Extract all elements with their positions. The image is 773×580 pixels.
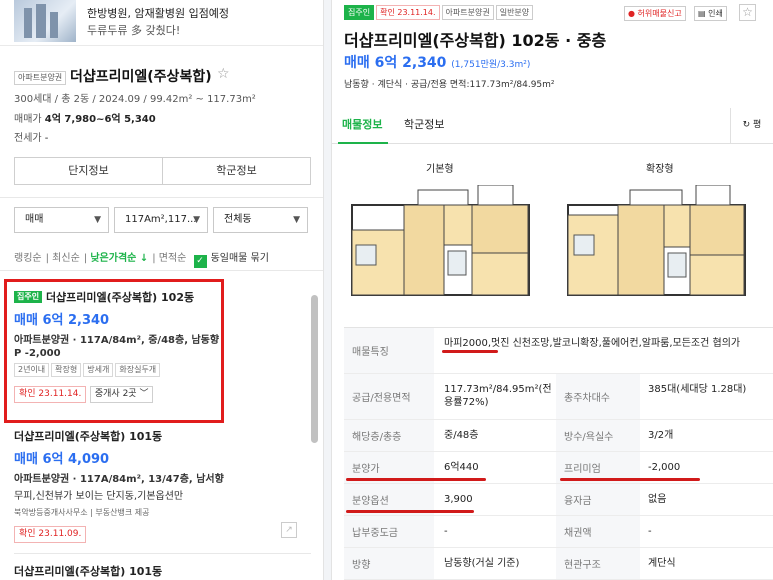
table-row: 방향 남동향(거실 기준) 현관구조 계단식 <box>344 548 773 580</box>
checkbox-icon[interactable]: ✓ <box>193 255 207 268</box>
detail-info: 남동향 · 계단식 · 공급/전용 면적:117.73m²/84.95m² <box>344 80 555 90</box>
detail-badges: 집주인 확인 23.11.14. 아파트분양권 일반분양 <box>344 5 535 20</box>
print-button[interactable]: ▤ 인쇄 <box>694 6 727 21</box>
banner-subline: 두류두류 多 갖췄다! <box>87 24 181 37</box>
report-button[interactable]: ● 허위매물신고 <box>624 6 686 21</box>
table-row: 매물특징 마피2000,멋진 신천조망,발코니확장,풀에어컨,알파룸,모든조건 … <box>344 328 773 374</box>
jeonse-price: 전세가 - <box>14 133 49 144</box>
owner-badge: 집주인 <box>344 5 375 20</box>
listing-card[interactable]: 더샵프리미엘(주상복합) 101동 매매 6억 4,090 아파트분양권 · 1… <box>14 428 304 543</box>
alert-icon: ● <box>628 9 635 18</box>
complex-name: 더샵프리미엘(주상복합) <box>70 69 212 85</box>
dong-select[interactable]: 전체동 ▼ <box>213 207 308 233</box>
area-select[interactable]: 117Am²,117... ▼ <box>114 207 208 233</box>
tab-listing-info[interactable]: 매물정보 <box>342 116 382 132</box>
ad-banner[interactable]: 한방병원, 암재활병원 입점예정 두류두류 多 갖췄다! <box>0 0 323 46</box>
tab-school-info[interactable]: 학군정보 <box>162 158 310 184</box>
active-tab-indicator <box>338 142 388 144</box>
annotation-underline <box>442 350 498 353</box>
tab-complex-info[interactable]: 단지정보 <box>15 158 162 184</box>
annotation-underline <box>346 510 474 513</box>
listing-title[interactable]: 더샵프리미엘(주상복합) 101동 <box>14 563 304 579</box>
table-row: 공급/전용면적 117.73m²/84.95m²(전용률72%) 총주차대수 3… <box>344 374 773 420</box>
tab-school-info[interactable]: 학군정보 <box>404 116 444 132</box>
print-icon: ▤ <box>698 9 706 18</box>
annotation-underline <box>560 478 700 481</box>
floorplan-extended[interactable] <box>564 185 749 297</box>
favorite-star-icon[interactable]: ☆ <box>739 4 756 21</box>
same-listing-toggle[interactable]: 동일매물 묶기 <box>211 253 269 264</box>
favorite-star-icon[interactable]: ☆ <box>217 66 230 82</box>
annotation-underline <box>346 478 486 481</box>
type-badge: 아파트분양권 <box>441 5 494 20</box>
floorplan-basic[interactable] <box>348 185 533 297</box>
detail-tabs: 매물정보 학군정보 ↻ 평 <box>332 108 773 144</box>
listing-info-table: 매물특징 마피2000,멋진 신천조망,발코니확장,풀에어컨,알파룸,모든조건 … <box>344 327 773 580</box>
banner-image <box>14 0 76 42</box>
plan-label-extended: 확장형 <box>646 164 674 175</box>
trade-type-select[interactable]: 매매 ▼ <box>14 207 109 233</box>
sale-type-badge: 일반분양 <box>495 5 534 20</box>
detail-price: 매매 6억 2,340 (1,751만원/3.3m²) <box>344 55 531 71</box>
detail-title: 더샵프리미엘(주상복합) 102동 · 중층 <box>344 31 607 50</box>
banner-headline: 한방병원, 암재활병원 입점예정 <box>87 7 230 20</box>
plan-label-basic: 기본형 <box>426 164 454 175</box>
table-row: 해당층/총층 중/48층 방수/욕실수 3/2개 <box>344 420 773 452</box>
detail-panel: 집주인 확인 23.11.14. 아파트분양권 일반분양 ● 허위매물신고 ▤ 인쇄 … <box>332 0 773 580</box>
listing-panel: 한방병원, 암재활병원 입점예정 두류두류 多 갖췄다! 아파트분양권 더샵프리… <box>0 0 323 580</box>
confirm-date: 확인 23.11.09. <box>14 526 87 543</box>
confirm-badge: 확인 23.11.14. <box>376 5 440 20</box>
listing-provider: 북악방등중개사사무소 | 부동산뱅크 제공 <box>14 508 150 517</box>
complex-tabs: 단지정보 학군정보 <box>14 157 311 185</box>
sort-ranking[interactable]: 랭킹순 <box>14 253 42 264</box>
scrollbar[interactable] <box>311 295 318 443</box>
sort-area[interactable]: 면적순 <box>159 253 187 264</box>
listing-description: 무피,신천뷰가 보이는 단지동,기본옵션만 <box>14 491 184 502</box>
feature-value: 마피2000,멋진 신천조망,발코니확장,풀에어컨,알파룸,모든조건 협의가 <box>444 338 741 349</box>
complex-summary: 300세대 / 총 2동 / 2024.09 / 99.42m² ~ 117.7… <box>14 94 256 105</box>
listing-price: 매매 6억 4,090 <box>14 452 110 467</box>
sort-low-price[interactable]: 낮은가격순 ↓ <box>90 253 148 264</box>
panel-divider[interactable] <box>323 0 332 580</box>
chevron-down-icon: ▼ <box>193 215 200 225</box>
share-icon[interactable]: ↗ <box>281 522 297 538</box>
chevron-down-icon: ▼ <box>94 215 101 225</box>
complex-type-tag: 아파트분양권 <box>14 70 67 85</box>
table-row: 납부중도금 - 채권액 - <box>344 516 773 548</box>
sale-price-range: 매매가 4억 7,980~6억 5,340 <box>14 114 156 125</box>
highlight-box <box>4 279 224 423</box>
listing-meta: 아파트분양권 · 117A/84m², 13/47층, 남서향 <box>14 474 224 485</box>
sort-options: 랭킹순 | 최신순 | 낮은가격순 ↓ | 면적순 ✓ 동일매물 묶기 <box>14 253 269 268</box>
chevron-down-icon: ▼ <box>293 215 300 225</box>
sort-latest[interactable]: 최신순 <box>52 253 80 264</box>
listing-title: 더샵프리미엘(주상복합) 101동 <box>14 430 163 443</box>
area-unit-toggle[interactable]: ↻ 평 <box>730 108 773 143</box>
